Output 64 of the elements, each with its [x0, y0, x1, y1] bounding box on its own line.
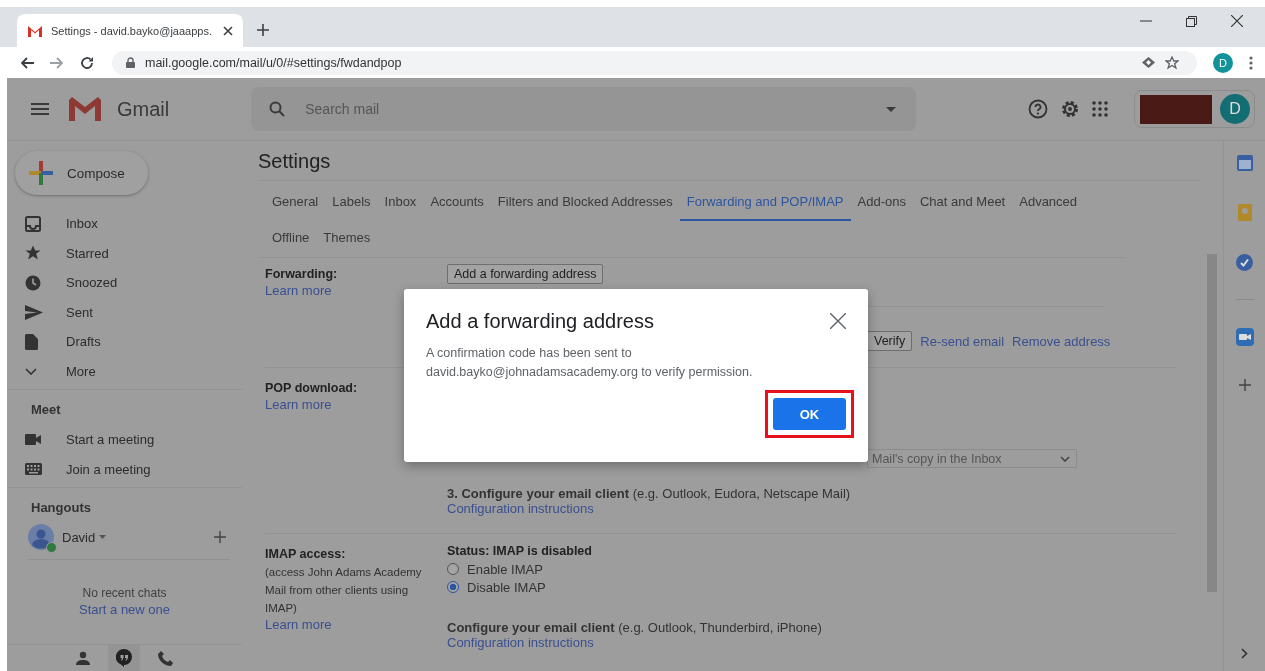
- nav-item[interactable]: Drafts: [7, 327, 242, 357]
- empty-chats-text: No recent chats: [81, 586, 168, 600]
- add-forwarding-button[interactable]: Add a forwarding address: [447, 264, 604, 284]
- nav-label: Start a meeting: [66, 432, 155, 448]
- section-heading: Hangouts: [30, 499, 92, 517]
- section-label: IMAP access:: [265, 547, 347, 561]
- url-text: mail.google.com/mail/u/0/#settings/fwdandpop: [145, 55, 402, 70]
- instruction-text: Configure your email client (e.g. Outlook, Thunderbird, iPhone): [447, 620, 823, 635]
- compose-button[interactable]: Compose: [15, 151, 148, 195]
- app-name: Gmail: [117, 97, 170, 121]
- nav-label: Inbox: [66, 216, 98, 232]
- tab-title: Settings - david.bayko@jaaapps.: [51, 24, 213, 37]
- section-heading: Meet: [30, 401, 62, 419]
- nav-item[interactable]: Start a meeting: [7, 425, 242, 455]
- dialog-title: Add a forwarding address: [426, 309, 654, 333]
- account-avatar[interactable]: D: [1220, 94, 1250, 124]
- settings-tab[interactable]: Chat and Meet: [912, 185, 1013, 221]
- nav-item[interactable]: More: [7, 356, 242, 386]
- section-label: POP download:: [265, 381, 359, 395]
- forwarding-link[interactable]: Remove address: [1012, 333, 1111, 349]
- nav-label: Snoozed: [66, 275, 118, 291]
- nav-item[interactable]: Join a meeting: [7, 454, 242, 484]
- dropdown-select[interactable]: Mail's copy in the Inbox: [867, 449, 1077, 468]
- address-bar[interactable]: mail.google.com/mail/u/0/#settings/fwdandpop: [112, 50, 1197, 75]
- nav-label: More: [66, 363, 96, 379]
- verify-button[interactable]: Verify: [867, 331, 913, 351]
- search-input[interactable]: Search mail: [303, 100, 869, 118]
- page-title: Settings: [258, 141, 1201, 181]
- section-note: (access John Adams Academy Mail from other clients using IMAP): [265, 565, 423, 616]
- ok-button[interactable]: OK: [773, 398, 846, 430]
- settings-tab[interactable]: Forwarding and POP/IMAP: [679, 185, 851, 221]
- settings-tab[interactable]: Filters and Blocked Addresses: [490, 185, 680, 221]
- start-chat-link[interactable]: Start a new one: [78, 602, 171, 617]
- configuration-link[interactable]: Configuration instructions: [447, 635, 1177, 650]
- forwarding-link[interactable]: Re-send email: [920, 333, 1005, 349]
- account-switcher[interactable]: D: [1134, 90, 1255, 128]
- learn-more-link[interactable]: Learn more: [265, 617, 447, 632]
- settings-tab[interactable]: Add-ons: [850, 185, 913, 221]
- radio-option[interactable]: Disable IMAP: [447, 578, 1177, 596]
- configuration-link[interactable]: Configuration instructions: [447, 501, 1177, 516]
- nav-label: Drafts: [66, 334, 101, 350]
- nav-label: Starred: [66, 245, 109, 261]
- nav-item[interactable]: Snoozed: [7, 268, 242, 298]
- nav-label: Join a meeting: [66, 461, 151, 477]
- profile-avatar[interactable]: D: [1213, 52, 1233, 73]
- user-name[interactable]: David: [62, 529, 96, 545]
- settings-tab[interactable]: Advanced: [1012, 185, 1085, 221]
- settings-tab[interactable]: Labels: [325, 185, 378, 221]
- settings-tab[interactable]: General: [265, 185, 326, 221]
- nav-item[interactable]: Starred: [7, 238, 242, 268]
- section-label: Forwarding:: [265, 267, 339, 281]
- nav-item[interactable]: Inbox: [7, 209, 242, 239]
- nav-item[interactable]: Sent: [7, 297, 242, 327]
- browser-tab[interactable]: Settings - david.bayko@jaaapps.: [17, 14, 243, 47]
- settings-tab[interactable]: Inbox: [377, 185, 424, 221]
- search-field[interactable]: Search mail: [251, 87, 917, 131]
- radio-option[interactable]: Enable IMAP: [447, 560, 1177, 578]
- settings-tab[interactable]: Offline: [265, 221, 317, 257]
- nav-label: Sent: [66, 304, 93, 320]
- imap-status: Status: IMAP is disabled: [447, 544, 593, 558]
- settings-tab[interactable]: Accounts: [423, 185, 491, 221]
- instruction-text: 3. Configure your email client (e.g. Outlook, Eudora, Netscape Mail): [447, 486, 852, 501]
- dialog-message: A confirmation code has been sent to david.bayko@johnadamsacademy.org to verify permission.: [426, 345, 754, 381]
- settings-tab[interactable]: Themes: [316, 221, 378, 257]
